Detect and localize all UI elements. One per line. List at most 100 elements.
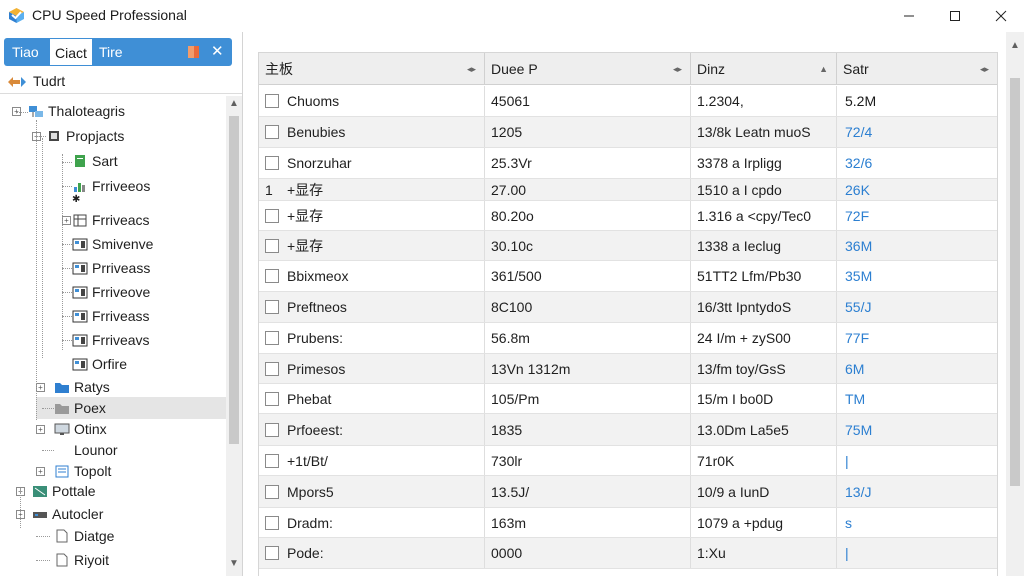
- column-header-dinz[interactable]: Dinz ▲: [691, 53, 837, 85]
- tree-node[interactable]: + Ratys: [0, 376, 224, 398]
- tree-scrollbar[interactable]: ▲ ▼: [226, 96, 242, 576]
- row-checkbox[interactable]: [265, 156, 279, 170]
- tree-node[interactable]: Sart: [0, 150, 224, 172]
- cell-dinz: 1:Xu: [691, 538, 837, 568]
- table-row[interactable]: +显存 80.20o 1.316 a <cpy/Tec0 72F: [259, 201, 997, 231]
- table-row[interactable]: Preftneos 8C100 16/3tt IpntydoS 55/J: [259, 292, 997, 323]
- sort-up-icon: ▲: [819, 64, 828, 74]
- row-checkbox[interactable]: [265, 484, 279, 499]
- table-row[interactable]: Benubies 1205 13/8k Leatn muoS 72/4: [259, 117, 997, 148]
- tree-node[interactable]: + Autocler: [0, 503, 224, 525]
- row-checkbox[interactable]: [265, 300, 279, 314]
- edit-icon[interactable]: [187, 44, 201, 60]
- tree-node[interactable]: Frriveeos: [0, 175, 224, 197]
- scroll-up-icon[interactable]: ▲: [1010, 40, 1020, 51]
- cell-mainboard: 1 +显存: [259, 179, 485, 200]
- tree-node[interactable]: + Frriveacs: [0, 209, 224, 231]
- expand-toggle-icon[interactable]: +: [36, 467, 45, 476]
- scroll-thumb[interactable]: [229, 116, 239, 444]
- tab-close-button[interactable]: ✕: [211, 38, 224, 66]
- row-checkbox[interactable]: [265, 391, 279, 406]
- table-row[interactable]: Dradm: 163m 1079 a +pdug s: [259, 508, 997, 538]
- tree-node[interactable]: Frriveove: [0, 281, 224, 303]
- row-checkbox[interactable]: [265, 515, 279, 530]
- table-row[interactable]: Snorzuhar 25.3Vr 3378 a Irpligg 32/6: [259, 148, 997, 179]
- tab-tiao[interactable]: Tiao: [7, 38, 44, 66]
- tree-connector: [36, 560, 50, 561]
- tree-header-label: Tudrt: [33, 73, 66, 89]
- row-checkbox[interactable]: [265, 331, 279, 345]
- minimize-button[interactable]: [886, 0, 932, 32]
- tree-node[interactable]: Prriveass: [0, 257, 224, 279]
- table-row[interactable]: Pode: 0000 1:Xu |: [259, 538, 997, 569]
- tree-node[interactable]: Lounor: [0, 439, 224, 461]
- tree-node[interactable]: Poex: [36, 397, 226, 419]
- row-checkbox[interactable]: [265, 422, 279, 437]
- row-checkbox[interactable]: [265, 453, 279, 468]
- row-checkbox[interactable]: [265, 208, 279, 223]
- tree-node[interactable]: + Propjacts: [0, 125, 224, 147]
- table-row[interactable]: Prfoeest: 1835 13.0Dm La5e5 75M: [259, 414, 997, 446]
- tree-connector: [62, 162, 72, 163]
- column-resize-icon: ◂▸: [672, 64, 682, 74]
- tree-node[interactable]: + Thaloteagris: [0, 100, 224, 122]
- table-row[interactable]: Primesos 13Vn 1312m 13/fm toy/GsS 6M: [259, 354, 997, 384]
- tree-node[interactable]: Frriveass: [0, 305, 224, 327]
- table-row[interactable]: Prubens: 56.8m 24 I/m + zyS00 77F: [259, 323, 997, 354]
- column-header-satr[interactable]: Satr ◂▸: [837, 53, 997, 85]
- cell-text: Prfoeest:: [287, 421, 344, 438]
- cell-text: Phebat: [287, 390, 332, 407]
- table-row[interactable]: +显存 30.10c 1338 a Ieclug 36M: [259, 231, 997, 261]
- cell-satr: 5.2M: [845, 93, 877, 109]
- maximize-button[interactable]: [932, 0, 978, 32]
- tree-connector: [62, 244, 72, 245]
- table-row[interactable]: Chuoms 45061 1.2304, 5.2M: [259, 86, 997, 117]
- column-header-duee[interactable]: Duee P ◂▸: [485, 53, 691, 85]
- tree-connector: [42, 138, 43, 358]
- table-row[interactable]: Mpors5 13.5J/10/9 a IunD 13/J: [259, 476, 997, 508]
- filter-icon: [8, 77, 26, 87]
- expand-toggle-icon[interactable]: +: [36, 425, 45, 434]
- tree-node[interactable]: Frriveavs: [0, 329, 224, 351]
- expand-toggle-icon[interactable]: +: [62, 216, 71, 225]
- tree-node[interactable]: + Pottale: [0, 480, 224, 502]
- column-header-mainboard[interactable]: 主板 ◂▸: [259, 53, 485, 85]
- tab-strip: Tiao Ciact Tire ✕: [4, 38, 232, 66]
- tab-tire[interactable]: Tire: [94, 38, 128, 66]
- cell-text: Pode:: [287, 545, 324, 561]
- table-row[interactable]: +1t/Bt/730lr 71r0K |: [259, 446, 997, 476]
- tree-node-label: Frriveove: [92, 284, 151, 300]
- tab-ciact[interactable]: Ciact: [49, 38, 93, 66]
- row-checkbox[interactable]: [265, 238, 279, 253]
- grid-scrollbar[interactable]: ▲: [1006, 32, 1024, 576]
- cell-mainboard: Mpors5: [259, 476, 485, 507]
- tree-node[interactable]: Smivenve: [0, 233, 224, 255]
- tree-node[interactable]: Riyoit: [0, 549, 224, 571]
- row-checkbox[interactable]: [265, 94, 279, 108]
- row-checkbox[interactable]: [265, 546, 279, 560]
- table-row[interactable]: 1 +显存 27.00 1510 a I cpdo 26K: [259, 179, 997, 201]
- cell-duee: 25.3Vr: [485, 148, 691, 178]
- scroll-down-icon[interactable]: ▼: [229, 558, 239, 569]
- tree-node[interactable]: Diatge: [0, 525, 224, 547]
- table-row[interactable]: Bbixmeox 361/500 51TT2 Lfm/Pb30 35M: [259, 261, 997, 292]
- scroll-up-icon[interactable]: ▲: [229, 98, 239, 109]
- column-header-label: 主板: [265, 61, 293, 77]
- row-checkbox[interactable]: [265, 361, 279, 376]
- close-button[interactable]: [978, 0, 1024, 32]
- cell-mainboard: +显存: [259, 231, 485, 260]
- tree-connector: [16, 112, 28, 113]
- tree-node[interactable]: + Otinx: [0, 418, 224, 440]
- doc-icon: [56, 529, 68, 543]
- row-checkbox[interactable]: [265, 269, 279, 283]
- cell-dinz: 10/9 a IunD: [691, 476, 837, 507]
- tree-node-label: Frriveavs: [92, 332, 150, 348]
- folder-blue-icon: [55, 383, 69, 393]
- scroll-thumb[interactable]: [1010, 78, 1020, 486]
- tree-node[interactable]: Orfire: [0, 353, 224, 375]
- table-row[interactable]: Phebat 105/Pm 15/m I bo0D TM: [259, 384, 997, 414]
- row-checkbox[interactable]: [265, 125, 279, 139]
- expand-toggle-icon[interactable]: +: [36, 383, 45, 392]
- cell-satr: 13/J: [845, 483, 872, 500]
- tree-node[interactable]: + Topolt: [0, 460, 224, 482]
